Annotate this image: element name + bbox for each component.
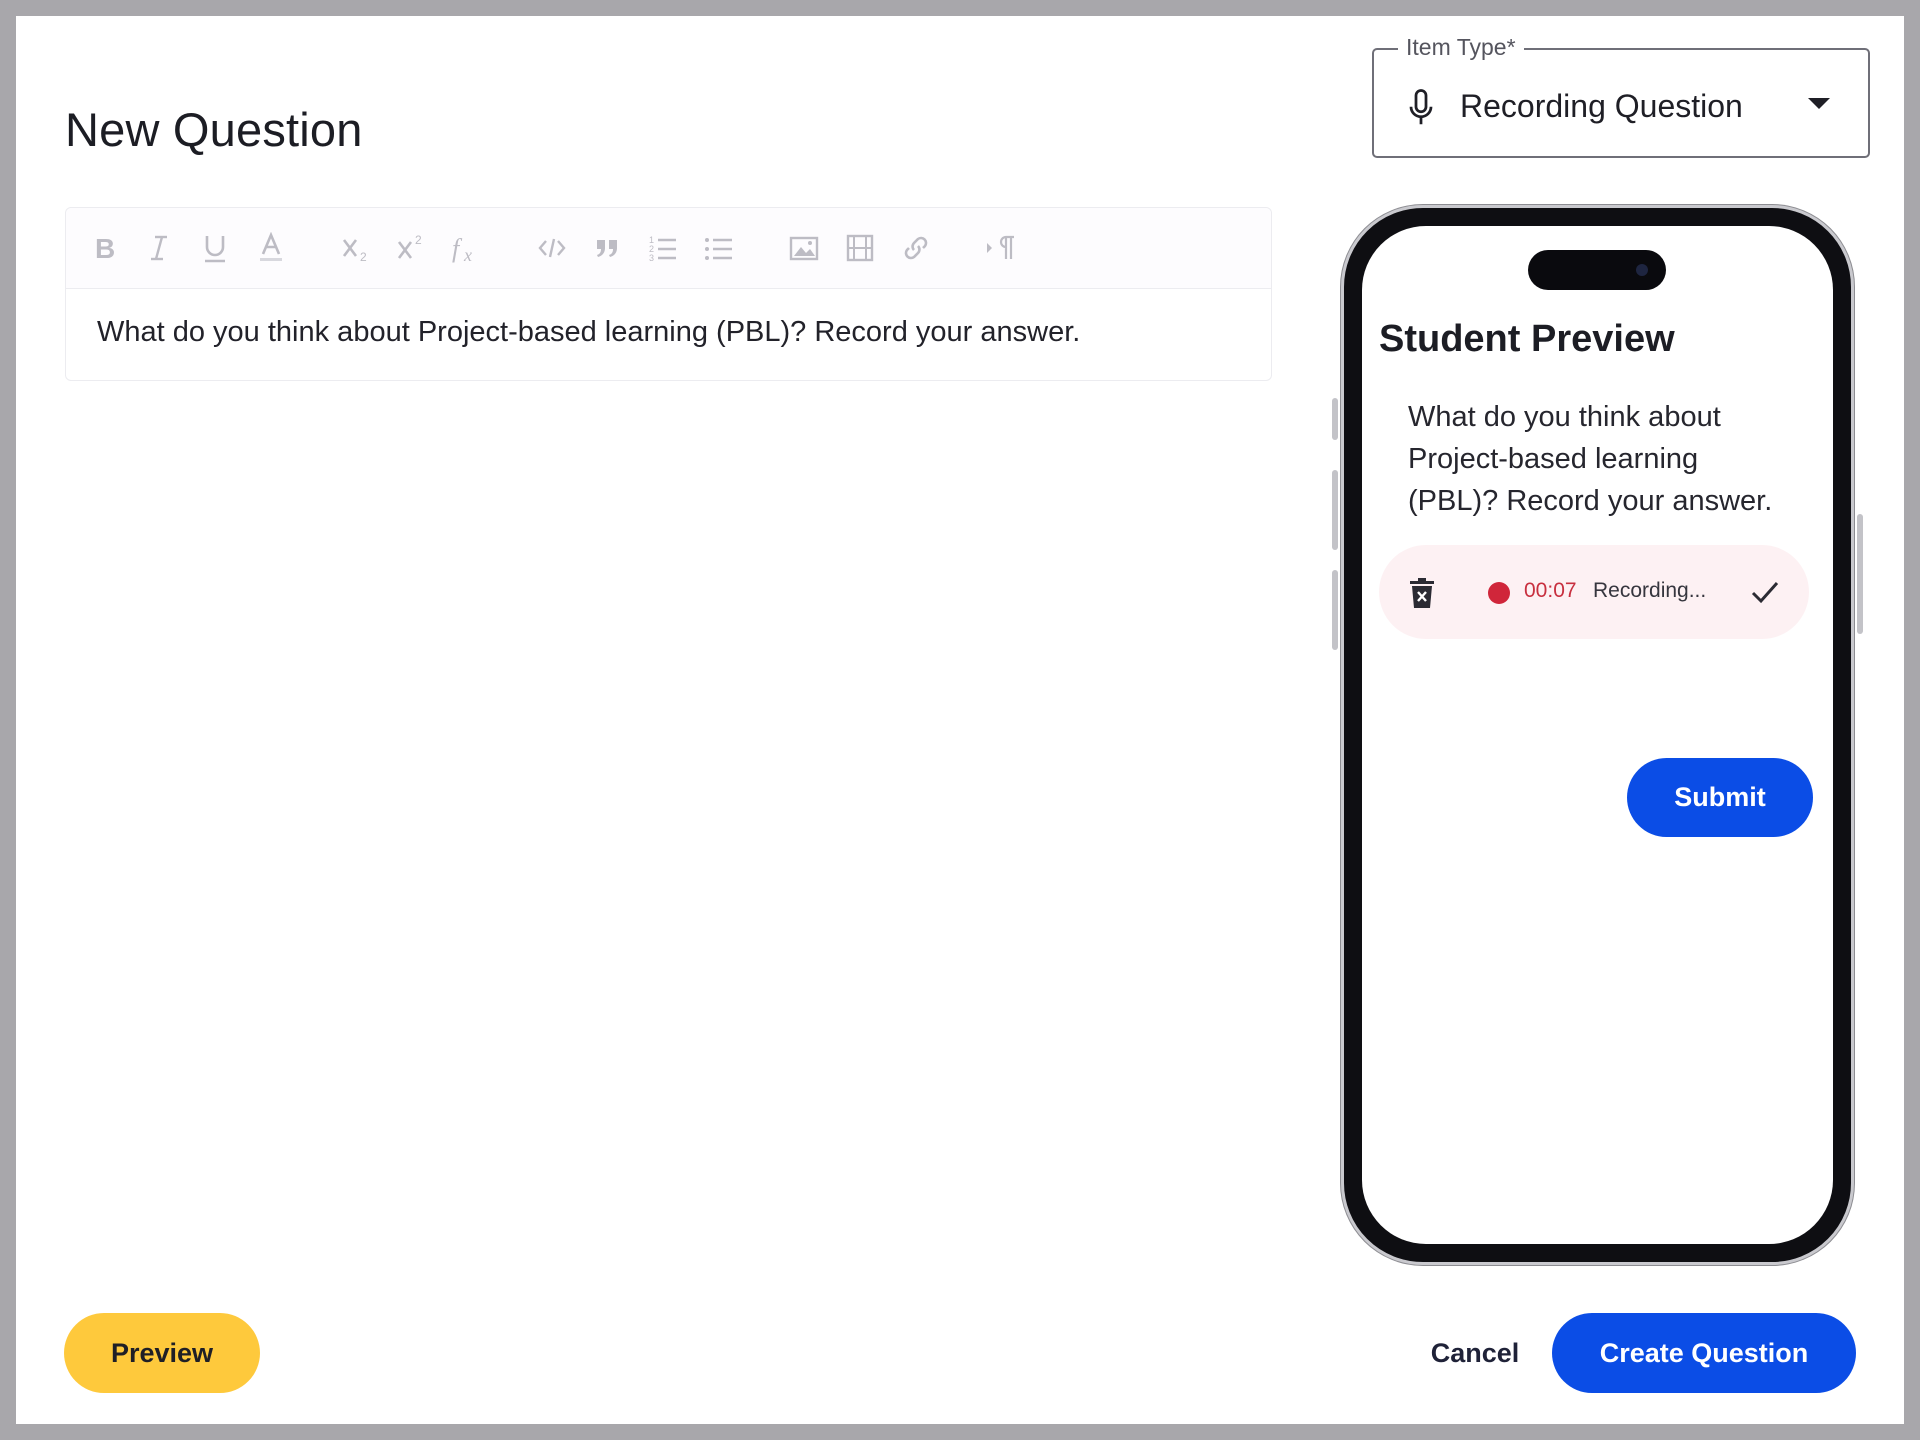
video-icon[interactable] xyxy=(842,230,878,266)
recording-time: 00:07 xyxy=(1524,579,1577,602)
dynamic-island xyxy=(1528,250,1666,290)
recording-indicator xyxy=(1488,582,1510,604)
code-icon[interactable] xyxy=(534,230,570,266)
text-color-icon[interactable] xyxy=(253,230,289,266)
check-icon[interactable] xyxy=(1750,579,1780,605)
subscript-icon[interactable]: 2 xyxy=(338,230,374,266)
phone-side-button xyxy=(1332,470,1338,550)
image-icon[interactable] xyxy=(786,230,822,266)
question-text[interactable]: What do you think about Project-based le… xyxy=(97,316,1080,349)
delete-recording-icon[interactable] xyxy=(1409,578,1435,608)
microphone-icon xyxy=(1409,89,1433,125)
dropdown-arrow-icon xyxy=(1808,98,1830,109)
recording-status: Recording... xyxy=(1593,579,1707,602)
phone-frame: Student Preview What do you think about … xyxy=(1332,205,1863,1265)
italic-icon[interactable] xyxy=(141,230,177,266)
text-direction-icon[interactable] xyxy=(982,230,1018,266)
formula-icon[interactable]: fx xyxy=(449,230,485,266)
question-editor: B 2 2 fx 1 2 3 What do you think about P… xyxy=(65,207,1272,381)
svg-text:x: x xyxy=(463,245,472,264)
preview-question: What do you think about Project-based le… xyxy=(1408,401,1773,517)
cancel-button[interactable]: Cancel xyxy=(1412,1313,1538,1393)
item-type-label: Item Type* xyxy=(1398,34,1524,61)
svg-text:f: f xyxy=(452,234,463,263)
editor-toolbar: B 2 2 fx 1 2 3 xyxy=(66,208,1271,289)
preview-button[interactable]: Preview xyxy=(64,1313,260,1393)
new-question-dialog: New Question Item Type* Recording Questi… xyxy=(16,16,1904,1424)
bullet-list-icon[interactable] xyxy=(701,230,737,266)
svg-text:2: 2 xyxy=(360,250,367,264)
recording-bar: 00:07 Recording... xyxy=(1379,545,1809,639)
bold-icon[interactable]: B xyxy=(86,230,122,266)
link-icon[interactable] xyxy=(898,230,934,266)
superscript-icon[interactable]: 2 xyxy=(393,230,429,266)
phone-screen: Student Preview What do you think about … xyxy=(1362,226,1833,1244)
svg-text:3: 3 xyxy=(649,253,654,263)
phone-side-button xyxy=(1332,570,1338,650)
ordered-list-icon[interactable]: 123 xyxy=(645,230,681,266)
item-type-select[interactable]: Item Type* Recording Question xyxy=(1372,34,1870,158)
page-title: New Question xyxy=(65,103,363,156)
create-question-button[interactable]: Create Question xyxy=(1552,1313,1856,1393)
preview-title: Student Preview xyxy=(1379,318,1675,360)
submit-button[interactable]: Submit xyxy=(1627,758,1813,837)
phone-side-button xyxy=(1857,514,1863,634)
svg-text:2: 2 xyxy=(415,233,422,247)
svg-text:B: B xyxy=(95,233,115,264)
camera-icon xyxy=(1636,264,1648,276)
underline-icon[interactable] xyxy=(197,230,233,266)
item-type-value: Recording Question xyxy=(1460,88,1743,124)
phone-side-button xyxy=(1332,398,1338,440)
quote-icon[interactable] xyxy=(589,230,625,266)
